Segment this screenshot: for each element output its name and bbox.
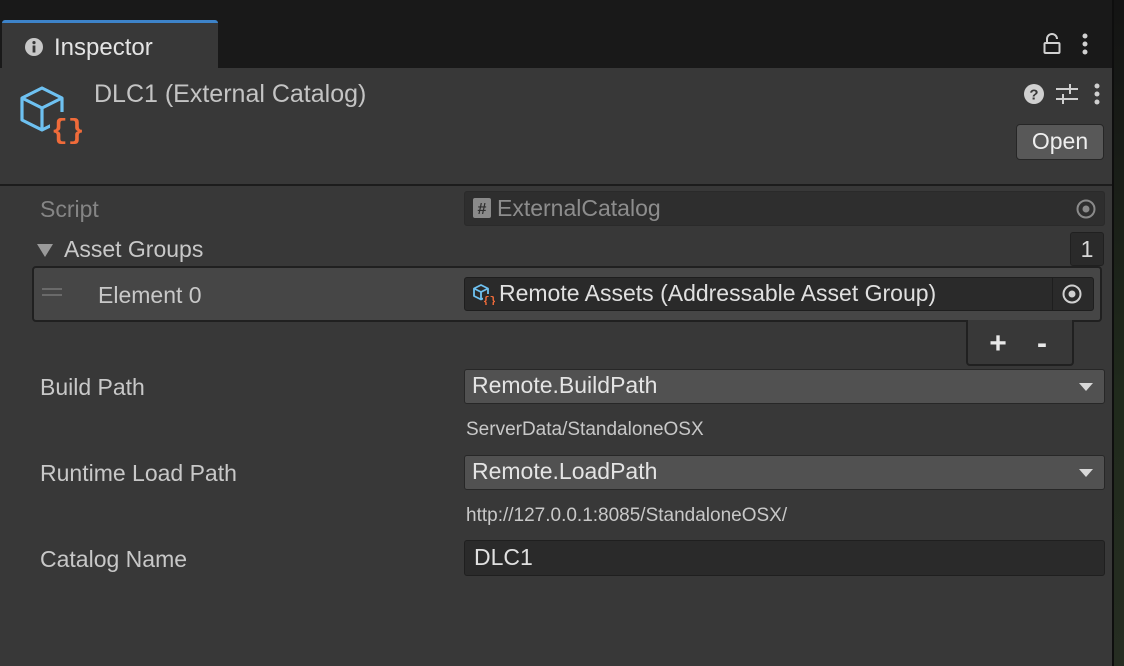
header-divider bbox=[0, 184, 1112, 186]
script-value: ExternalCatalog bbox=[497, 195, 661, 221]
info-icon bbox=[25, 38, 43, 56]
asset-group-field[interactable]: {} Remote Assets (Addressable Asset Grou… bbox=[464, 277, 1094, 311]
presets-icon[interactable] bbox=[1054, 82, 1080, 106]
scene-view-edge bbox=[1114, 0, 1124, 666]
tab-title: Inspector bbox=[54, 34, 153, 61]
build-path-dropdown[interactable]: Remote.BuildPath bbox=[464, 369, 1105, 404]
list-size-field[interactable]: 1 bbox=[1070, 232, 1104, 266]
catalog-name-label: Catalog Name bbox=[40, 546, 188, 572]
element-label: Element 0 bbox=[98, 282, 202, 308]
build-path-resolved: ServerData/StandaloneOSX bbox=[466, 419, 704, 440]
asset-group-picker[interactable] bbox=[1052, 278, 1093, 310]
runtime-load-path-label: Runtime Load Path bbox=[40, 460, 237, 486]
svg-text:?: ? bbox=[1029, 87, 1038, 104]
catalog-name-value: DLC1 bbox=[474, 544, 533, 570]
help-icon[interactable]: ? bbox=[1022, 82, 1046, 106]
tab-inspector[interactable]: Inspector bbox=[2, 20, 218, 68]
build-path-label: Build Path bbox=[40, 374, 145, 400]
dropdown-arrow-icon bbox=[1079, 383, 1093, 391]
csharp-script-icon: # bbox=[473, 198, 491, 218]
runtime-load-path-dropdown[interactable]: Remote.LoadPath bbox=[464, 455, 1105, 490]
script-label: Script bbox=[40, 196, 99, 222]
asset-group-value: Remote Assets (Addressable Asset Group) bbox=[499, 280, 937, 306]
script-field[interactable]: # ExternalCatalog bbox=[464, 191, 1105, 226]
dropdown-arrow-icon bbox=[1079, 469, 1093, 477]
drag-handle-icon[interactable] bbox=[42, 288, 62, 296]
object-picker-icon[interactable] bbox=[1075, 198, 1097, 220]
add-element-button[interactable]: + bbox=[978, 326, 1018, 362]
addressable-group-icon: {} bbox=[473, 284, 495, 305]
svg-text:{}: {} bbox=[51, 116, 82, 144]
more-options-icon[interactable] bbox=[1078, 32, 1092, 56]
list-item: Element 0 {} Remote Assets (Addressable … bbox=[32, 266, 1102, 322]
runtime-load-path-value: Remote.LoadPath bbox=[472, 458, 658, 484]
svg-text:{}: {} bbox=[483, 296, 495, 305]
object-picker-icon bbox=[1062, 284, 1082, 304]
component-menu-icon[interactable] bbox=[1090, 82, 1104, 106]
open-button[interactable]: Open bbox=[1016, 124, 1104, 160]
svg-text:#: # bbox=[478, 201, 487, 218]
build-path-value: Remote.BuildPath bbox=[472, 372, 658, 398]
remove-element-button[interactable]: - bbox=[1022, 326, 1062, 362]
lock-icon[interactable] bbox=[1042, 33, 1062, 55]
runtime-load-path-resolved: http://127.0.0.1:8085/StandaloneOSX/ bbox=[466, 505, 788, 526]
foldout-arrow-icon[interactable] bbox=[36, 242, 54, 258]
external-catalog-icon: {} bbox=[20, 86, 82, 144]
object-title: DLC1 (External Catalog) bbox=[94, 80, 367, 108]
list-footer: + - bbox=[966, 320, 1074, 366]
asset-groups-label[interactable]: Asset Groups bbox=[64, 236, 203, 263]
catalog-name-field[interactable]: DLC1 bbox=[464, 540, 1105, 576]
inspector-panel bbox=[0, 68, 1112, 666]
